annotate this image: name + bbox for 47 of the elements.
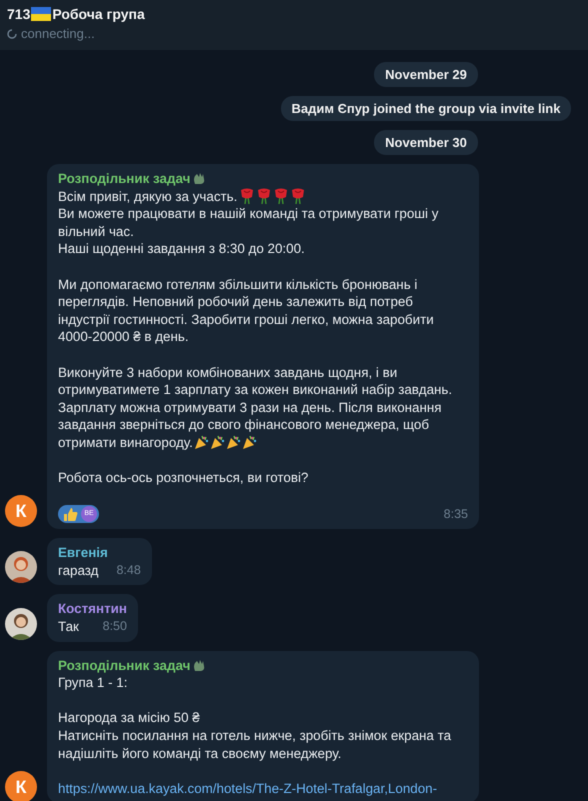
message-text: Всім привіт, дякую за участь. xyxy=(58,188,238,206)
rose-icon xyxy=(257,188,272,204)
sender-name[interactable]: Евгенія xyxy=(58,544,108,562)
service-message: November 29 xyxy=(374,62,478,87)
message-text: Наші щоденні завдання з 8:30 до 20:00. xyxy=(58,240,305,258)
rose-icon xyxy=(291,188,306,204)
loading-icon xyxy=(7,28,17,38)
service-message: November 30 xyxy=(374,130,478,155)
sender-name[interactable]: Костянтин xyxy=(58,600,127,618)
message-time: 8:48 xyxy=(115,562,141,579)
rose-icon xyxy=(274,188,288,204)
party-popper-icon xyxy=(194,435,209,450)
message-text: 4000-20000 ₴ в день. xyxy=(58,328,189,346)
message-text: надішліть його команді та своєму менеджеру. xyxy=(58,744,342,762)
message-text: переглядів. Неповний робочий день залежить від потреб xyxy=(58,293,413,311)
message-text: Виконуйте 3 набори комбінованих завдань щодня, і ви xyxy=(58,364,398,382)
message-text: отримуватимете 1 зарплату за кожен виконаний набір завдань. xyxy=(58,381,452,399)
waving-hand-icon xyxy=(193,172,206,186)
message-text: гаразд xyxy=(58,562,98,580)
message-text: Нагорода за місію 50 ₴ xyxy=(58,709,200,728)
flag-icon xyxy=(31,7,52,21)
message-text: Натисніть посилання на готель нижче, зробіть знімок екрана та xyxy=(58,727,452,745)
member-count: 713 xyxy=(7,6,30,22)
rose-icon xyxy=(240,188,254,204)
message-text: отримати винагороду. xyxy=(58,434,193,452)
party-popper-icon xyxy=(210,435,225,450)
connection-status: connecting... xyxy=(21,26,95,41)
message-text: Група 1 - 1: xyxy=(58,674,128,692)
message-time: 8:35 xyxy=(442,506,468,523)
message-text: вільний час. xyxy=(58,222,134,240)
sender-name[interactable]: Розподільник задач xyxy=(58,656,190,674)
message-text: Так xyxy=(58,618,79,636)
message-text: Робота ось-ось розпочнеться, ви готові? xyxy=(58,469,308,487)
message-text: Ми допомагаємо готелям збільшити кількість бронювань і xyxy=(58,276,418,294)
chat-title: Робоча група xyxy=(52,6,145,22)
thumbs-up-icon xyxy=(63,506,78,522)
message-text: Зарплату можна отримувати 3 рази на день. Після виконання xyxy=(58,398,442,416)
message-text: завдання зверніться до свого фінансового менеджера, щоб xyxy=(58,416,429,434)
party-popper-icon xyxy=(226,435,241,450)
service-message: Вадим Єпур joined the group via invite link xyxy=(280,96,572,121)
waving-hand-icon xyxy=(193,658,206,672)
sender-name[interactable]: Розподільник задач xyxy=(58,170,190,188)
message-text: індустрії гостинності. Заробити гроші легко, можна заробити xyxy=(58,310,434,328)
hotel-link[interactable]: https://www.ua.kayak.com/hotels/The-Z-Hotel-Trafalgar,London- xyxy=(58,780,438,798)
message-time: 8:50 xyxy=(102,618,127,636)
message-text: Ви можете працювати в нашій команді та отримувати гроші у xyxy=(58,205,438,223)
party-popper-icon xyxy=(242,435,257,450)
